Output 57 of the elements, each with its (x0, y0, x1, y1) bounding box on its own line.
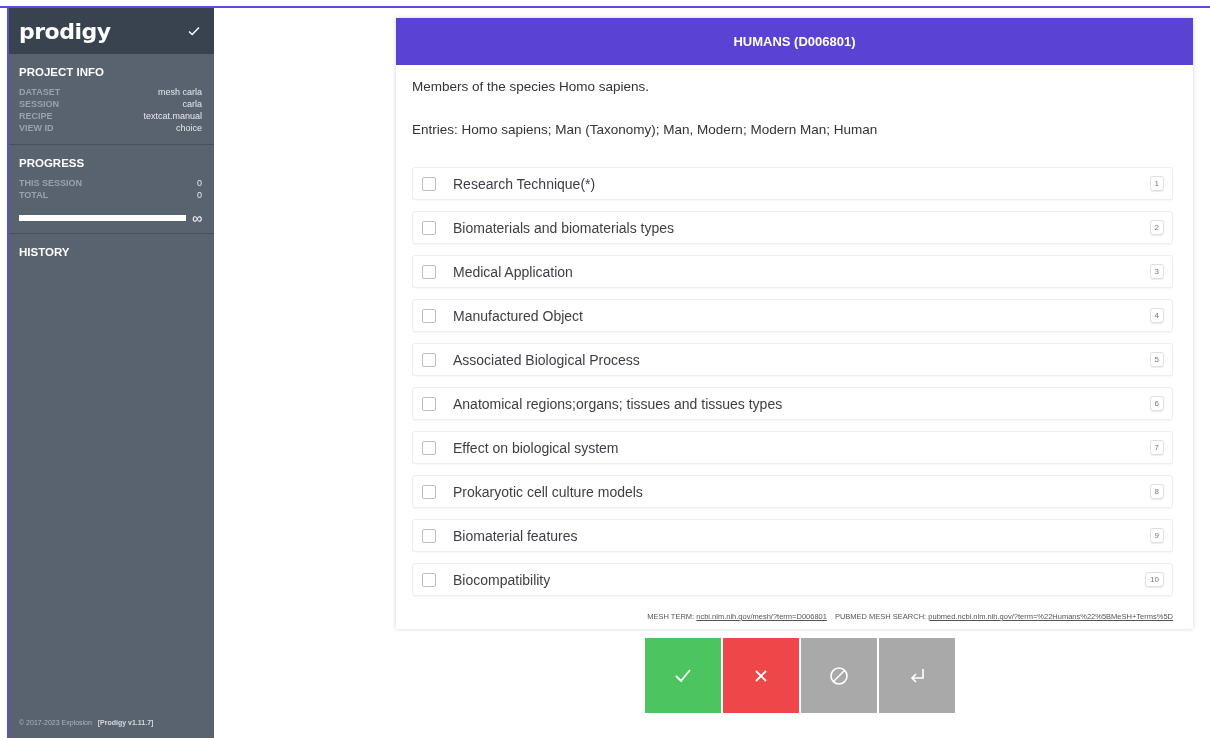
section-title: HISTORY (19, 246, 71, 258)
choice-option[interactable]: Manufactured Object 4 (412, 299, 1173, 332)
checkbox[interactable] (422, 528, 436, 543)
shortcut-key: 8 (1149, 484, 1164, 499)
accept-button[interactable] (645, 638, 721, 713)
checkbox[interactable] (422, 396, 436, 411)
check-icon (188, 26, 200, 36)
reject-button[interactable] (723, 638, 799, 713)
choice-option[interactable]: Biomaterials and biomaterials types 2 (412, 211, 1173, 244)
info-label: THIS SESSION (19, 177, 82, 189)
info-label: SESSION (19, 98, 59, 110)
choice-option[interactable]: Research Technique(*) 1 (412, 167, 1173, 200)
checkbox[interactable] (422, 264, 436, 279)
checkbox[interactable] (422, 572, 436, 587)
choice-option[interactable]: Anatomical regions;organs; tissues and tissues types 6 (412, 387, 1173, 420)
checkbox[interactable] (422, 440, 436, 455)
checkbox[interactable] (422, 176, 436, 191)
entries-text: Entries: Homo sapiens; Man (Taxonomy); Man, Modern; Modern Man; Human (412, 122, 879, 137)
checkbox[interactable] (422, 220, 436, 235)
shortcut-key: 2 (1149, 220, 1164, 235)
ignore-button[interactable] (801, 638, 877, 713)
info-value: mesh carla (158, 86, 202, 98)
undo-button[interactable] (879, 638, 955, 713)
info-value: 0 (197, 189, 202, 201)
undo-icon (908, 666, 926, 685)
progress-reading: ∞ (192, 213, 202, 223)
shortcut-key: 1 (1149, 176, 1164, 191)
shortcut-key: 9 (1149, 528, 1164, 543)
info-label: DATASET (19, 86, 61, 98)
info-label: RECIPE (19, 110, 53, 122)
shortcut-key: 6 (1149, 396, 1164, 411)
ignore-icon (830, 666, 848, 685)
shortcut-key: 10 (1145, 572, 1164, 587)
shortcut-key: 7 (1149, 440, 1164, 455)
section-title: PROGRESS (19, 157, 86, 169)
info-value: textcat.manual (143, 110, 202, 122)
info-label: TOTAL (19, 189, 49, 201)
choice-option[interactable]: Biomaterial features 9 (412, 519, 1173, 552)
checkbox[interactable] (422, 352, 436, 367)
choice-option[interactable]: Biocompatibility 10 (412, 563, 1173, 596)
logo: prodigy (19, 18, 111, 44)
choice-option[interactable]: Associated Biological Process 5 (412, 343, 1173, 376)
choice-option[interactable]: Prokaryotic cell culture models 8 (412, 475, 1173, 508)
info-value: carla (182, 98, 202, 110)
info-value: choice (176, 122, 202, 134)
shortcut-key: 5 (1149, 352, 1164, 367)
section-title: PROJECT INFO (19, 66, 105, 78)
shortcut-key: 4 (1149, 308, 1164, 323)
checkbox[interactable] (422, 308, 436, 323)
choice-option[interactable]: Medical Application 3 (412, 255, 1173, 288)
checkbox[interactable] (422, 484, 436, 499)
info-value: 0 (197, 177, 202, 189)
card-title: HUMANS (D006801) (396, 18, 1193, 65)
description-text: Members of the species Homo sapiens. (412, 79, 651, 94)
shortcut-key: 3 (1149, 264, 1164, 279)
choice-option[interactable]: Effect on biological system 7 (412, 431, 1173, 464)
info-label: VIEW ID (19, 122, 54, 134)
